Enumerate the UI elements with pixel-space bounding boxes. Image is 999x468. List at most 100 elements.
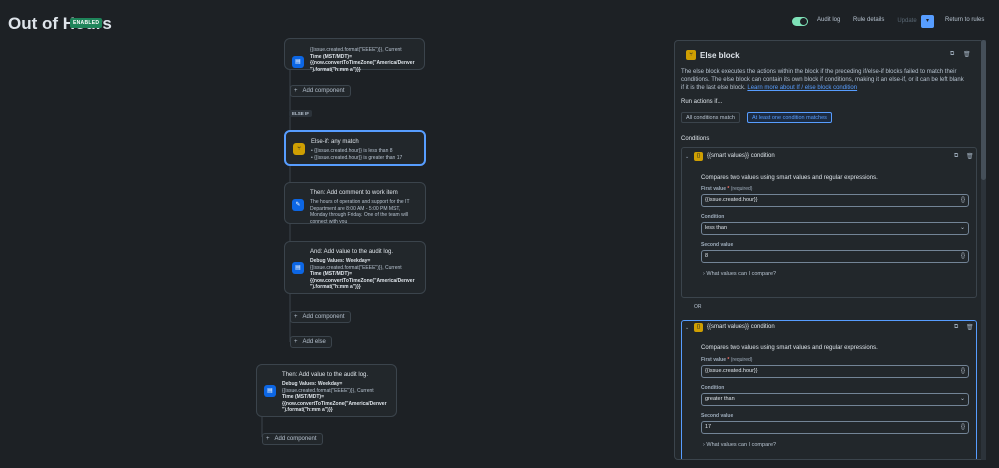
smart-values-icon: {}: [694, 323, 703, 332]
what-values-expander[interactable]: › What values can I compare?: [703, 271, 776, 277]
card-text: ").format("h:mm a")}}: [310, 284, 361, 290]
any-condition-option[interactable]: At least one condition matches: [747, 112, 832, 123]
delete-icon[interactable]: 🗑: [966, 324, 974, 331]
what-values-expander[interactable]: › What values can I compare?: [703, 442, 776, 448]
panel-description: The else block executes the actions with…: [681, 68, 966, 92]
add-comment-title: Then: Add comment to work item: [310, 190, 398, 196]
card-text: {{issue.created.format("EEEE")}}, Curren…: [310, 47, 402, 53]
first-value-label-text: First value: [701, 186, 727, 192]
duplicate-icon[interactable]: ⧉: [950, 51, 954, 58]
run-actions-label: Run actions if...: [681, 99, 723, 105]
audit-card-title: And: Add value to the audit log.: [310, 249, 394, 255]
first-value-label: First value * (required): [701, 357, 753, 363]
add-component-label: Add component: [302, 314, 345, 320]
audit-log-action-card[interactable]: ▤ And: Add value to the audit log. Debug…: [284, 241, 426, 294]
second-value-text: 17: [705, 424, 712, 430]
else-block-panel: ⑂ Else block ⧉ 🗑 The else block executes…: [674, 40, 986, 460]
required-text: (required): [730, 357, 753, 363]
enable-toggle[interactable]: [792, 17, 808, 26]
compare-text: Compares two values using smart values a…: [701, 345, 878, 351]
smart-values-icon: {}: [694, 152, 703, 161]
add-component-button[interactable]: + Add component: [262, 433, 323, 445]
duplicate-icon[interactable]: ⧉: [954, 324, 958, 331]
first-value-field[interactable]: {{issue.created.hour}} {}: [701, 194, 969, 207]
second-value-label: Second value: [701, 242, 734, 248]
update-options-button[interactable]: ▾: [921, 15, 934, 28]
plus-icon: +: [294, 88, 298, 94]
what-values-text: What values can I compare?: [706, 442, 777, 448]
condition-title: {{smart values}} condition: [707, 324, 775, 330]
smart-value-picker-icon[interactable]: {}: [961, 422, 965, 433]
first-value-label-text: First value: [701, 357, 727, 363]
card-text: ").format("h:mm a")}}: [282, 407, 333, 413]
update-button[interactable]: Update: [893, 15, 921, 28]
panel-title: Else block: [700, 51, 740, 60]
second-value-field[interactable]: 17 {}: [701, 421, 969, 434]
condition-label: Condition: [701, 385, 725, 391]
audit-log-action-card-top[interactable]: ▤ {{issue.created.format("EEEE")}}, Curr…: [284, 38, 425, 73]
chevron-right-icon: ›: [703, 271, 705, 277]
rule-details-button[interactable]: Rule details: [853, 17, 884, 23]
else-if-title: Else-if: any match: [311, 139, 359, 145]
add-component-label: Add component: [274, 436, 317, 442]
panel-scrollbar[interactable]: [981, 40, 986, 460]
chevron-down-icon: ⌄: [959, 225, 965, 231]
condition-block[interactable]: ⌄ {} {{smart values}} condition ⧉ 🗑 Comp…: [681, 320, 977, 459]
condition-value: less than: [705, 225, 728, 231]
else-if-condition-2-text: {{issue.created.hour}} is greater than 1…: [314, 154, 403, 161]
scrollbar-thumb[interactable]: [981, 40, 986, 180]
chevron-down-icon[interactable]: ⌄: [685, 325, 689, 331]
status-badge: ENABLED: [70, 18, 103, 28]
audit-log-button[interactable]: Audit log: [817, 17, 840, 23]
add-component-button[interactable]: + Add component: [290, 85, 351, 97]
smart-value-picker-icon[interactable]: {}: [961, 366, 965, 377]
second-value-label: Second value: [701, 413, 734, 419]
else-if-condition-2: • {{issue.created.hour}} is greater than…: [311, 154, 403, 161]
condition-block[interactable]: ⌄ {} {{smart values}} condition ⧉ 🗑 Comp…: [681, 147, 977, 298]
first-value-text: {{issue.created.hour}}: [705, 197, 758, 203]
condition-value: greater than: [705, 396, 735, 402]
delete-icon[interactable]: 🗑: [963, 51, 971, 58]
branch-icon: ⑂: [293, 143, 305, 155]
card-text: ").format("h:mm a")}}: [310, 66, 361, 73]
final-card-title: Then: Add value to the audit log.: [282, 372, 369, 378]
return-to-rules-button[interactable]: Return to rules: [945, 17, 984, 23]
else-if-card[interactable]: ⑂ Else-if: any match • {{issue.created.h…: [284, 130, 426, 166]
first-value-field[interactable]: {{issue.created.hour}} {}: [701, 365, 969, 378]
audit-log-icon: ▤: [292, 56, 304, 68]
top-bar: Out of Hours ENABLED Audit log Rule deta…: [0, 0, 999, 42]
all-conditions-option[interactable]: All conditions match: [681, 112, 740, 123]
audit-log-icon: ▤: [264, 385, 276, 397]
condition-label: Condition: [701, 214, 725, 220]
comment-icon: ✎: [292, 199, 304, 211]
audit-log-icon: ▤: [292, 262, 304, 274]
add-else-label: Add else: [302, 339, 326, 345]
add-else-button[interactable]: + Add else: [290, 336, 332, 348]
compare-text: Compares two values using smart values a…: [701, 175, 878, 181]
chevron-right-icon: ›: [703, 442, 705, 448]
delete-icon[interactable]: 🗑: [966, 153, 974, 160]
plus-icon: +: [266, 436, 270, 442]
condition-title: {{smart values}} condition: [707, 153, 775, 159]
branch-icon: ⑂: [686, 50, 696, 60]
final-audit-log-card[interactable]: ▤ Then: Add value to the audit log. Debu…: [256, 364, 397, 417]
learn-more-link[interactable]: Learn more about If / else block conditi…: [747, 85, 857, 91]
smart-value-picker-icon[interactable]: {}: [961, 195, 965, 206]
duplicate-icon[interactable]: ⧉: [954, 153, 958, 160]
condition-select[interactable]: greater than ⌄: [701, 393, 969, 406]
add-component-button[interactable]: + Add component: [290, 311, 351, 323]
else-if-tag: ELSE IF: [289, 110, 313, 117]
required-text: (required): [730, 186, 753, 192]
or-label: OR: [694, 304, 702, 310]
what-values-text: What values can I compare?: [706, 271, 777, 277]
chevron-down-icon[interactable]: ⌄: [685, 154, 689, 160]
plus-icon: +: [294, 339, 298, 345]
else-if-condition-1-text: {{issue.created.hour}} is less than 8: [314, 148, 393, 154]
card-text: {{now.convertToTimeZone("America/Denver: [310, 60, 415, 66]
add-component-label: Add component: [302, 88, 345, 94]
add-comment-card[interactable]: ✎ Then: Add comment to work item The hou…: [284, 182, 426, 224]
smart-value-picker-icon[interactable]: {}: [961, 251, 965, 262]
condition-select[interactable]: less than ⌄: [701, 222, 969, 235]
second-value-field[interactable]: 8 {}: [701, 250, 969, 263]
first-value-text: {{issue.created.hour}}: [705, 368, 758, 374]
